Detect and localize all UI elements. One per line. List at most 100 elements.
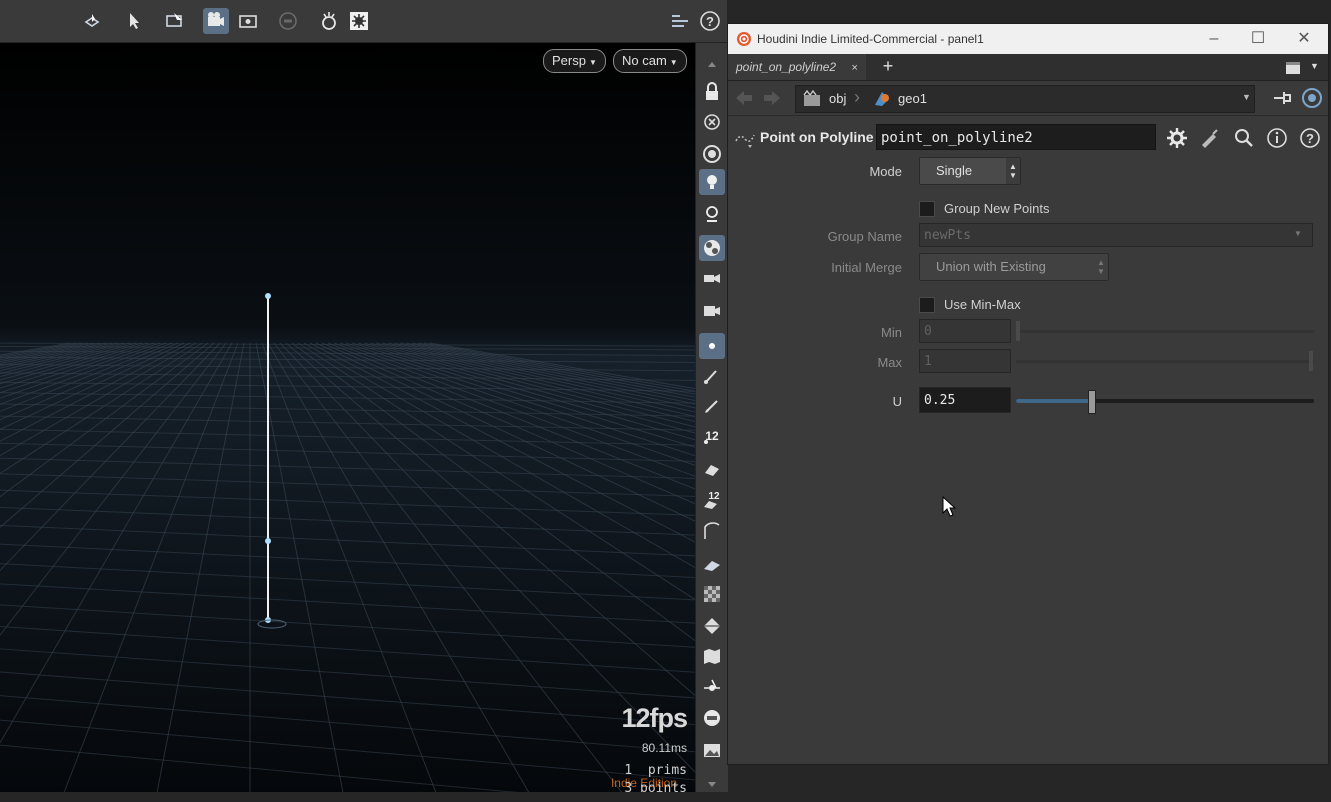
- hide-other-icon[interactable]: [699, 109, 725, 135]
- initial-merge-menu[interactable]: Union with Existing ▲ ▼: [919, 253, 1109, 281]
- max-slider-handle[interactable]: [1309, 351, 1313, 371]
- path-obj[interactable]: obj: [829, 91, 846, 106]
- node-help-icon[interactable]: ?: [1297, 125, 1323, 151]
- obj-context-icon: [802, 89, 822, 109]
- u-slider[interactable]: [1016, 399, 1314, 403]
- checker-icon[interactable]: [699, 581, 725, 607]
- tab-label: point_on_polyline2: [736, 60, 837, 74]
- persp-menu[interactable]: Persp ▼: [543, 49, 606, 73]
- pin-icon[interactable]: [1270, 86, 1294, 110]
- help-icon[interactable]: ?: [697, 8, 723, 34]
- link-icon[interactable]: [1300, 86, 1324, 110]
- min-field[interactable]: 0: [919, 319, 1011, 343]
- houdini-logo-icon: [736, 31, 752, 47]
- uv-icon[interactable]: [699, 551, 725, 577]
- mode-stepper-icon: ▲ ▼: [1006, 158, 1020, 184]
- path-bar: obj › geo1 ▼: [728, 81, 1328, 116]
- node-name-field[interactable]: point_on_polyline2: [876, 124, 1156, 150]
- light-add-icon[interactable]: [699, 201, 725, 227]
- scroll-up-icon[interactable]: [699, 51, 725, 77]
- brush-icon[interactable]: [699, 363, 725, 389]
- 3d-viewport[interactable]: Persp ▼ No cam ▼ 12fps 80.11ms 1 prims Ind…: [0, 43, 695, 792]
- path-geo[interactable]: geo1: [898, 91, 927, 106]
- camera-icon[interactable]: [203, 8, 229, 34]
- max-slider[interactable]: [1016, 360, 1314, 363]
- svg-text:12: 12: [708, 491, 720, 502]
- viewport-tool-strip: 12 12: [695, 43, 728, 792]
- path-dropdown-icon[interactable]: ▼: [1242, 92, 1251, 102]
- display-options-icon[interactable]: [235, 8, 261, 34]
- close-icon[interactable]: ✕: [1294, 29, 1314, 49]
- display-background-icon[interactable]: [699, 705, 725, 731]
- wireframe-icon[interactable]: [699, 613, 725, 639]
- layout-icon[interactable]: [667, 8, 693, 34]
- snapshot-icon[interactable]: [316, 8, 342, 34]
- mode-menu[interactable]: Single ▲ ▼: [919, 157, 1021, 185]
- min-slider-handle[interactable]: [1016, 321, 1020, 341]
- render-view-icon[interactable]: [699, 297, 725, 323]
- frame-time-readout: 80.11ms: [641, 741, 687, 755]
- pane-tab-bar: point_on_polyline2 × + ▼: [728, 54, 1328, 81]
- group-new-points-checkbox[interactable]: [919, 201, 935, 217]
- point-new: [265, 538, 271, 544]
- maximize-icon[interactable]: ☐: [1248, 29, 1268, 49]
- tab-close-icon[interactable]: ×: [851, 62, 857, 74]
- map-icon[interactable]: [699, 643, 725, 669]
- camera-menu[interactable]: No cam ▼: [613, 49, 687, 73]
- info-icon[interactable]: [1264, 125, 1290, 151]
- node-type-label: Point on Polyline: [760, 129, 874, 145]
- point-on-polyline-node-icon[interactable]: [734, 127, 756, 149]
- window-title: Houdini Indie Limited-Commercial - panel…: [757, 32, 984, 46]
- u-slider-fill: [1016, 399, 1091, 403]
- min-slider[interactable]: [1016, 330, 1314, 333]
- select-icon[interactable]: [80, 8, 106, 34]
- window-titlebar[interactable]: Houdini Indie Limited-Commercial - panel…: [728, 24, 1328, 54]
- mouse-cursor-icon: [942, 495, 958, 518]
- search-icon[interactable]: [1231, 125, 1257, 151]
- gear-icon[interactable]: [1164, 125, 1190, 151]
- point-numbers-icon[interactable]: 12: [699, 423, 725, 449]
- pane-menu-icon[interactable]: ▼: [1310, 61, 1322, 73]
- light-icon[interactable]: [699, 169, 725, 195]
- mode-label: Mode: [869, 164, 902, 179]
- image-icon[interactable]: [699, 737, 725, 763]
- forward-arrow-icon[interactable]: [762, 89, 782, 107]
- normals-icon[interactable]: [699, 519, 725, 545]
- group-name-field[interactable]: newPts: [919, 223, 1313, 247]
- brush-tool-icon[interactable]: [1196, 125, 1222, 151]
- primitive-numbers-icon[interactable]: 12: [699, 487, 725, 513]
- shading-icon[interactable]: [699, 235, 725, 261]
- use-minmax-checkbox[interactable]: [919, 297, 935, 313]
- pane-layout-icon[interactable]: [1286, 61, 1300, 74]
- group-new-points-label: Group New Points: [944, 201, 1050, 216]
- scroll-down-icon[interactable]: [699, 771, 725, 797]
- point-top: [265, 293, 271, 299]
- render-settings-icon[interactable]: [346, 8, 372, 34]
- transform-handle-icon[interactable]: [162, 8, 188, 34]
- max-field[interactable]: 1: [919, 349, 1011, 373]
- minimize-icon[interactable]: –: [1204, 29, 1224, 49]
- back-arrow-icon[interactable]: [734, 89, 754, 107]
- svg-text:?: ?: [1306, 131, 1314, 146]
- network-path-field[interactable]: obj › geo1 ▼: [795, 85, 1255, 113]
- path-separator: ›: [854, 87, 860, 107]
- svg-text:?: ?: [706, 14, 714, 29]
- snapping-icon[interactable]: [699, 675, 725, 701]
- view-camera-icon[interactable]: [699, 265, 725, 291]
- pen-icon[interactable]: [699, 393, 725, 419]
- u-slider-handle[interactable]: [1087, 390, 1096, 414]
- tab-point-on-polyline[interactable]: point_on_polyline2 ×: [728, 54, 866, 80]
- group-name-dropdown-icon[interactable]: ▼: [1294, 229, 1302, 238]
- add-tab-icon[interactable]: +: [878, 54, 898, 80]
- primitive-display-icon[interactable]: [699, 455, 725, 481]
- lock-icon[interactable]: [699, 79, 725, 105]
- u-label: U: [892, 394, 902, 409]
- u-field[interactable]: 0.25: [919, 387, 1011, 413]
- ghost-icon[interactable]: [699, 141, 725, 167]
- move-icon[interactable]: [122, 8, 148, 34]
- fps-readout: 12fps: [621, 703, 688, 733]
- viewport-grid: [0, 43, 695, 792]
- stop-icon[interactable]: [275, 8, 301, 34]
- points-display-icon[interactable]: [699, 333, 725, 359]
- min-label: Min: [881, 325, 902, 340]
